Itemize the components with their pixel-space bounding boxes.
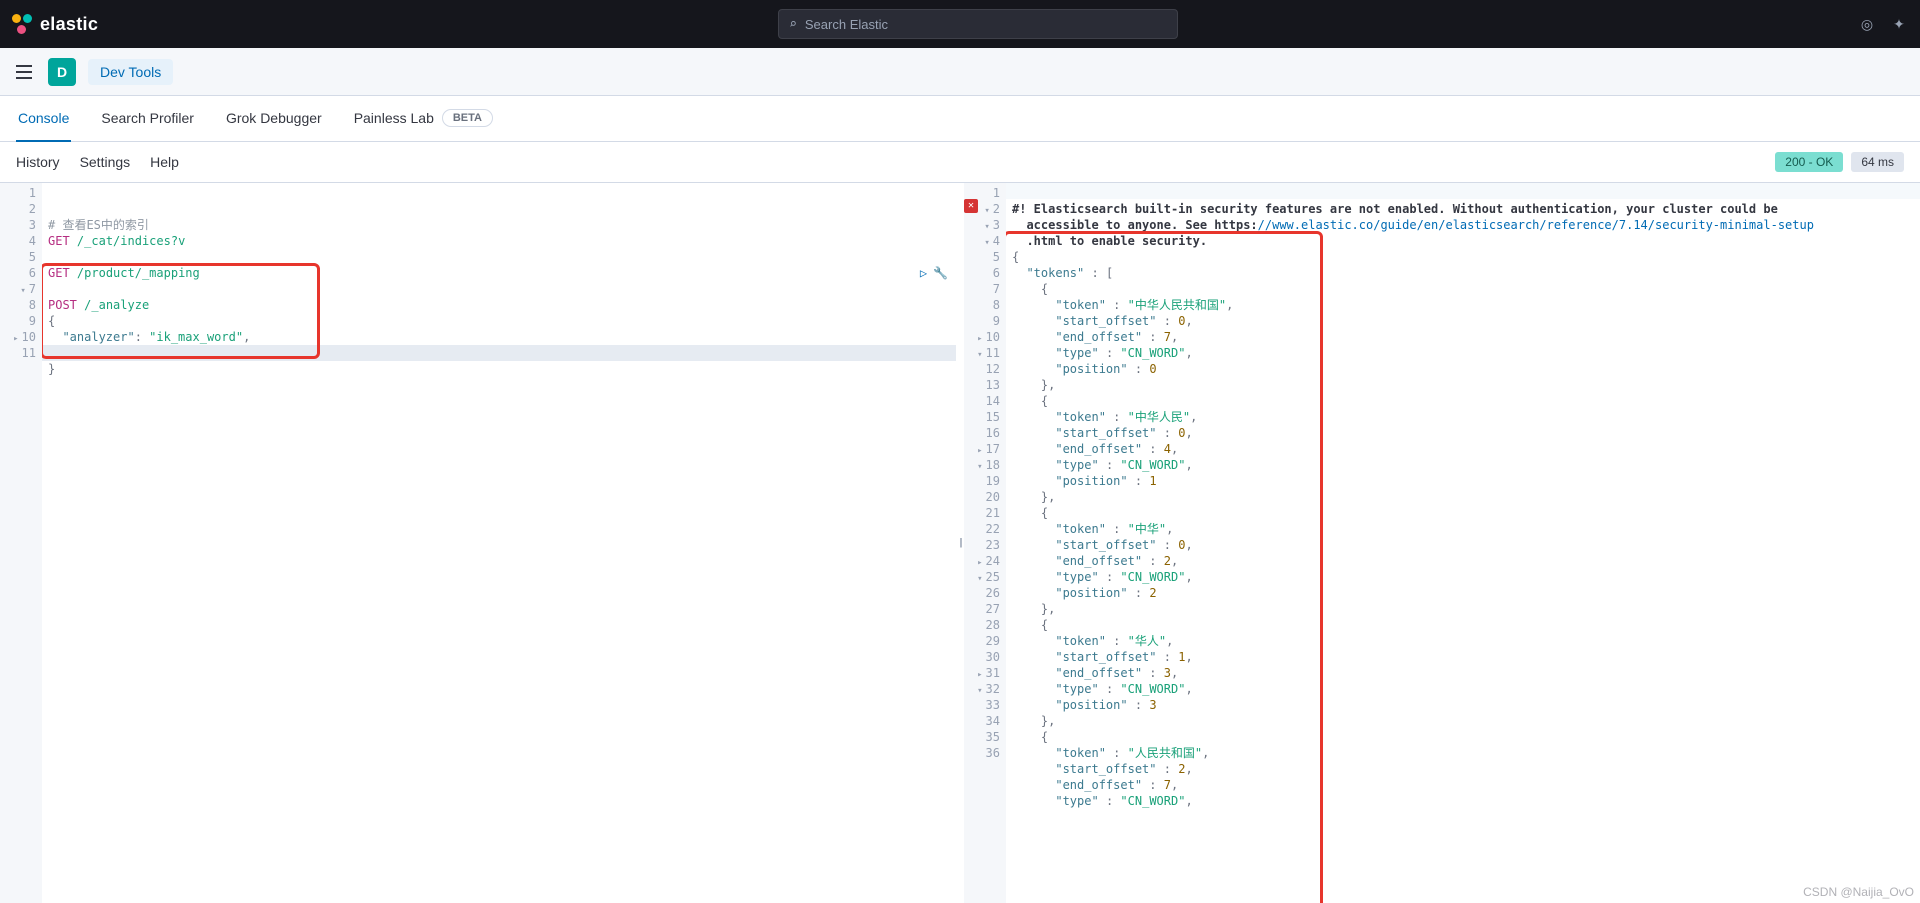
help-link[interactable]: Help [150, 154, 179, 170]
brand-logo[interactable]: elastic [12, 14, 98, 35]
latency-badge: 64 ms [1851, 152, 1904, 172]
beta-badge: BETA [442, 109, 493, 127]
console-toolbar: History Settings Help 200 - OK 64 ms [0, 142, 1920, 182]
history-link[interactable]: History [16, 154, 60, 170]
error-marker-icon: ✕ [964, 199, 978, 213]
pane-splitter[interactable] [956, 183, 964, 903]
status-badge: 200 - OK [1775, 152, 1843, 172]
response-pane: ✕ 12345678910111213141516171819202122232… [964, 183, 1920, 903]
breadcrumb-devtools[interactable]: Dev Tools [88, 59, 173, 85]
brand-text: elastic [40, 14, 98, 35]
response-gutter: ✕ 12345678910111213141516171819202122232… [964, 183, 1006, 903]
response-viewer[interactable]: #! Elasticsearch built-in security featu… [1006, 183, 1920, 903]
help-icon[interactable]: ◎ [1858, 15, 1876, 33]
editor-panes: 1234567891011 # 查看ES中的索引 GET /_cat/indic… [0, 182, 1920, 903]
tab-search-profiler[interactable]: Search Profiler [99, 96, 196, 142]
tab-bar: Console Search Profiler Grok Debugger Pa… [0, 96, 1920, 142]
request-editor[interactable]: # 查看ES中的索引 GET /_cat/indices?v GET /prod… [42, 183, 956, 903]
space-avatar[interactable]: D [48, 58, 76, 86]
tab-painless-lab[interactable]: Painless LabBETA [352, 96, 495, 142]
global-header: elastic ⌕ Search Elastic ◎ ✦ [0, 0, 1920, 48]
request-options-button[interactable]: 🔧 [933, 265, 948, 281]
newsfeed-icon[interactable]: ✦ [1890, 15, 1908, 33]
settings-link[interactable]: Settings [80, 154, 131, 170]
tab-console[interactable]: Console [16, 96, 71, 142]
run-request-button[interactable]: ▷ [920, 265, 927, 281]
search-placeholder: Search Elastic [805, 17, 888, 32]
request-pane: 1234567891011 # 查看ES中的索引 GET /_cat/indic… [0, 183, 956, 903]
tab-grok-debugger[interactable]: Grok Debugger [224, 96, 324, 142]
request-gutter: 1234567891011 [0, 183, 42, 903]
sub-header: D Dev Tools [0, 48, 1920, 96]
watermark: CSDN @Naijia_OvO [1803, 885, 1914, 899]
elastic-logo-icon [12, 14, 32, 34]
search-icon: ⌕ [789, 17, 797, 32]
global-search-input[interactable]: ⌕ Search Elastic [778, 9, 1178, 39]
nav-toggle-button[interactable] [12, 60, 36, 84]
